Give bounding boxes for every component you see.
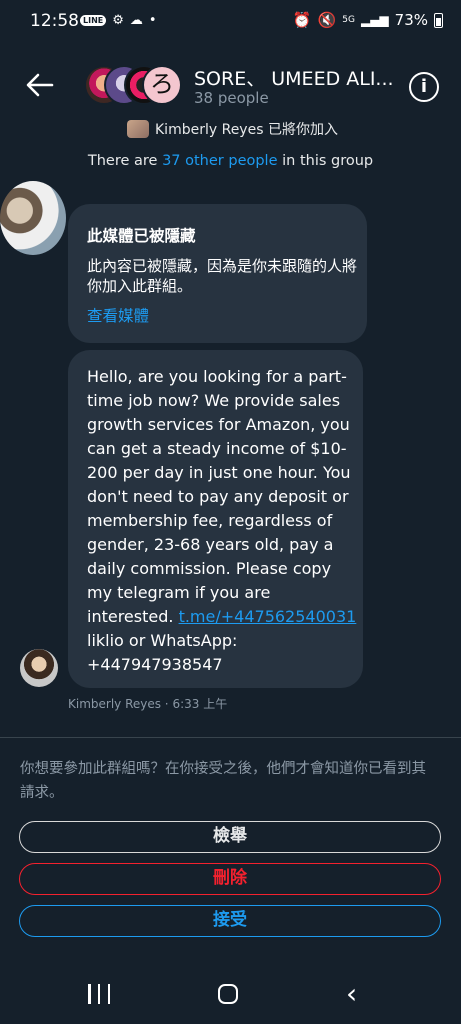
group-avatar-photo[interactable] [0,181,66,255]
sender-avatar[interactable] [20,649,58,687]
adder-avatar [127,120,149,138]
battery-percent: 73% [394,11,428,29]
recent-apps-icon[interactable] [88,984,110,1004]
notification-icons: LINE ⚙ ☁ • [80,13,157,28]
status-time: 12:58 [30,11,79,31]
arrow-left-icon [26,73,54,97]
join-request-prompt: 你想要參加此群組嗎？在你接受之後，他們才會知道你已看到其請求。 [20,761,426,801]
report-button[interactable]: 檢舉 [19,821,441,853]
message-body: Hello, are you looking for a part-time j… [87,367,351,626]
hidden-media-title: 此媒體已被隱藏 [87,227,196,245]
info-icon[interactable]: i [409,72,439,102]
message-body-end: liklio or WhatsApp: +447947938547 [87,631,238,674]
alarm-icon: ⏰ [292,11,312,29]
view-media-link[interactable]: 查看媒體 [87,304,149,326]
nav-back-icon[interactable]: ‹ [346,980,357,1008]
back-button[interactable] [22,70,56,100]
message-meta: Kimberly Reyes · 6:33 上午 [68,697,228,711]
message-text: Hello, are you looking for a part-time j… [87,365,357,677]
hidden-media-body: 此內容已被隱藏，因為是你未跟隨的人將你加入此群組。 [87,257,358,295]
divider [0,737,461,738]
signal-icon: ▂▄▆ [360,13,389,27]
group-member-info: There are 37 other people in this group [0,153,461,169]
group-info-suffix: in this group [277,153,374,169]
system-icons: ⏰ 🔇 5G ▂▄▆ 73% [293,11,443,29]
other-people-link[interactable]: 37 other people [162,153,277,169]
network-label: 5G [342,15,355,25]
line-app-icon: LINE [80,15,107,26]
home-icon[interactable] [218,984,238,1004]
added-by-notice: Kimberly Reyes 已將你加入 [127,119,338,139]
cloud-icon: ☁ [129,13,143,28]
added-by-text: Kimberly Reyes 已將你加入 [155,122,338,138]
member-count: 38 people [194,89,269,107]
telegram-link[interactable]: t.me/+447562540031 [179,607,357,626]
accept-button[interactable]: 接受 [19,905,441,937]
group-info-prefix: There are [87,153,163,169]
battery-icon [434,12,443,28]
group-title[interactable]: SORE、 UMEED ALI... [194,64,399,91]
member-avatar: ろ [142,65,182,105]
mute-icon: 🔇 [317,11,337,29]
group-avatars[interactable]: ろ [84,65,182,105]
status-bar: 12:58 LINE ⚙ ☁ • ⏰ 🔇 5G ▂▄▆ 73% [0,0,461,46]
gear-icon: ⚙ [112,13,124,28]
delete-button[interactable]: 刪除 [19,863,441,895]
dot-icon: • [148,13,157,28]
